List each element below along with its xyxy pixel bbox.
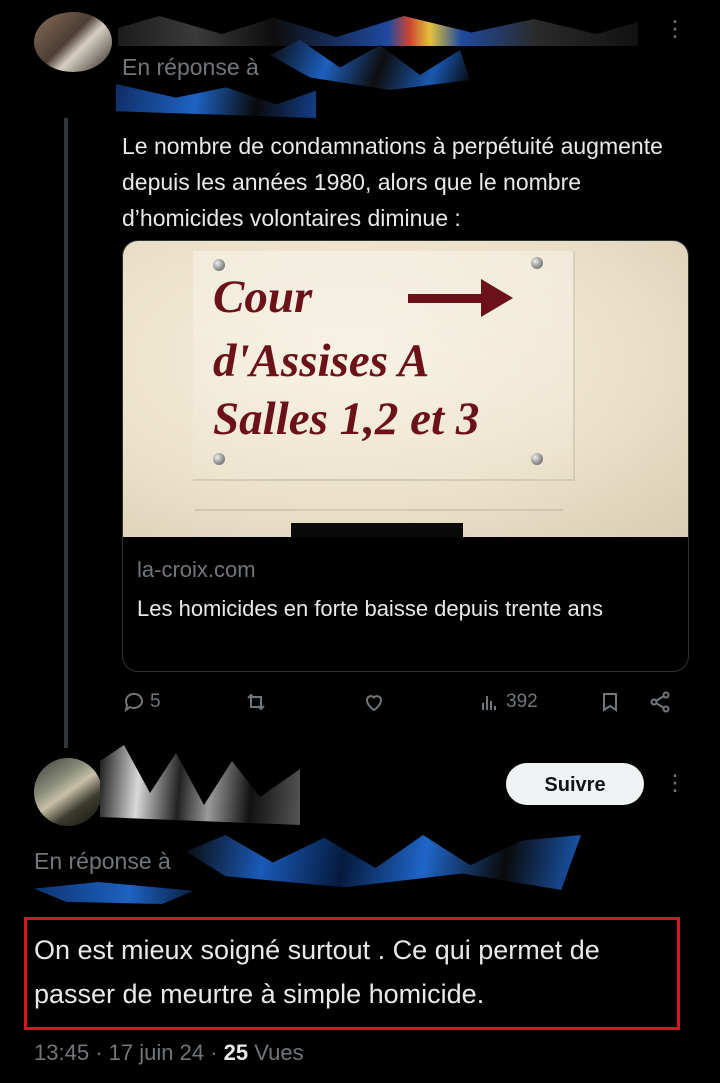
views-button[interactable]: 392 [478,690,538,714]
tweet-meta: 13:45 · 17 juin 24 · 25 Vues [34,1040,304,1066]
like-button[interactable] [362,690,386,714]
meta-separator: · [210,1040,218,1065]
meta-separator: · [95,1040,103,1065]
link-card-image[interactable]: Cour d'Assises A Salles 1,2 et 3 [123,241,688,537]
bookmark-button[interactable] [598,690,622,714]
reply-context-label: En réponse à [34,848,171,874]
link-card-title[interactable]: Les homicides en forte baisse depuis tre… [137,591,672,627]
retweet-icon [247,693,265,711]
redacted-author-name[interactable] [100,745,300,825]
bookmark-icon [603,693,617,712]
reply-count: 5 [150,691,161,712]
reply-context-label: En réponse à [122,54,259,80]
main-tweet-text: On est mieux soigné surtout . Ce qui per… [34,935,600,1009]
follow-button[interactable]: Suivre [506,763,644,805]
screw-icon [531,257,543,269]
reply-icon [124,692,143,713]
retweet-button[interactable] [244,690,268,714]
redacted-reply-handle-2[interactable] [34,882,194,904]
share-icon [650,691,670,713]
sign-line-1: Cour [213,271,313,323]
action-bar: 5 392 [122,690,682,720]
redacted-reply-handles[interactable] [186,835,581,890]
link-card-domain: la-croix.com [137,557,256,582]
views-icon [482,696,496,710]
black-bar [291,523,463,537]
redacted-reply-handle[interactable] [270,40,470,90]
more-icon[interactable]: ⋮ [664,18,686,40]
redacted-reply-handle-2[interactable] [116,84,316,118]
screw-icon [213,259,225,271]
like-icon [365,695,383,712]
more-icon[interactable]: ⋮ [664,772,686,794]
link-card[interactable]: Cour d'Assises A Salles 1,2 et 3 la-croi… [122,240,689,672]
screw-icon [213,453,225,465]
author-avatar[interactable] [34,758,102,826]
screw-icon [531,453,543,465]
tweet-time[interactable]: 13:45 [34,1040,89,1065]
arrow-right-icon [408,294,483,303]
tweet-date[interactable]: 17 juin 24 [109,1040,204,1065]
arrow-right-icon-head [481,279,513,317]
views-label: Vues [254,1040,304,1065]
parent-avatar[interactable] [34,12,112,72]
sign-line-2: d'Assises A [213,335,430,387]
views-count: 392 [506,691,538,712]
redacted-author-name [118,16,638,46]
share-button[interactable] [648,690,672,714]
parent-tweet-text: Le nombre de condamnations à perpétuité … [122,133,663,231]
sign-line-3: Salles 1,2 et 3 [213,393,480,445]
thread-line [64,118,68,748]
reply-button[interactable]: 5 [122,690,161,714]
views-count: 25 [223,1040,249,1065]
